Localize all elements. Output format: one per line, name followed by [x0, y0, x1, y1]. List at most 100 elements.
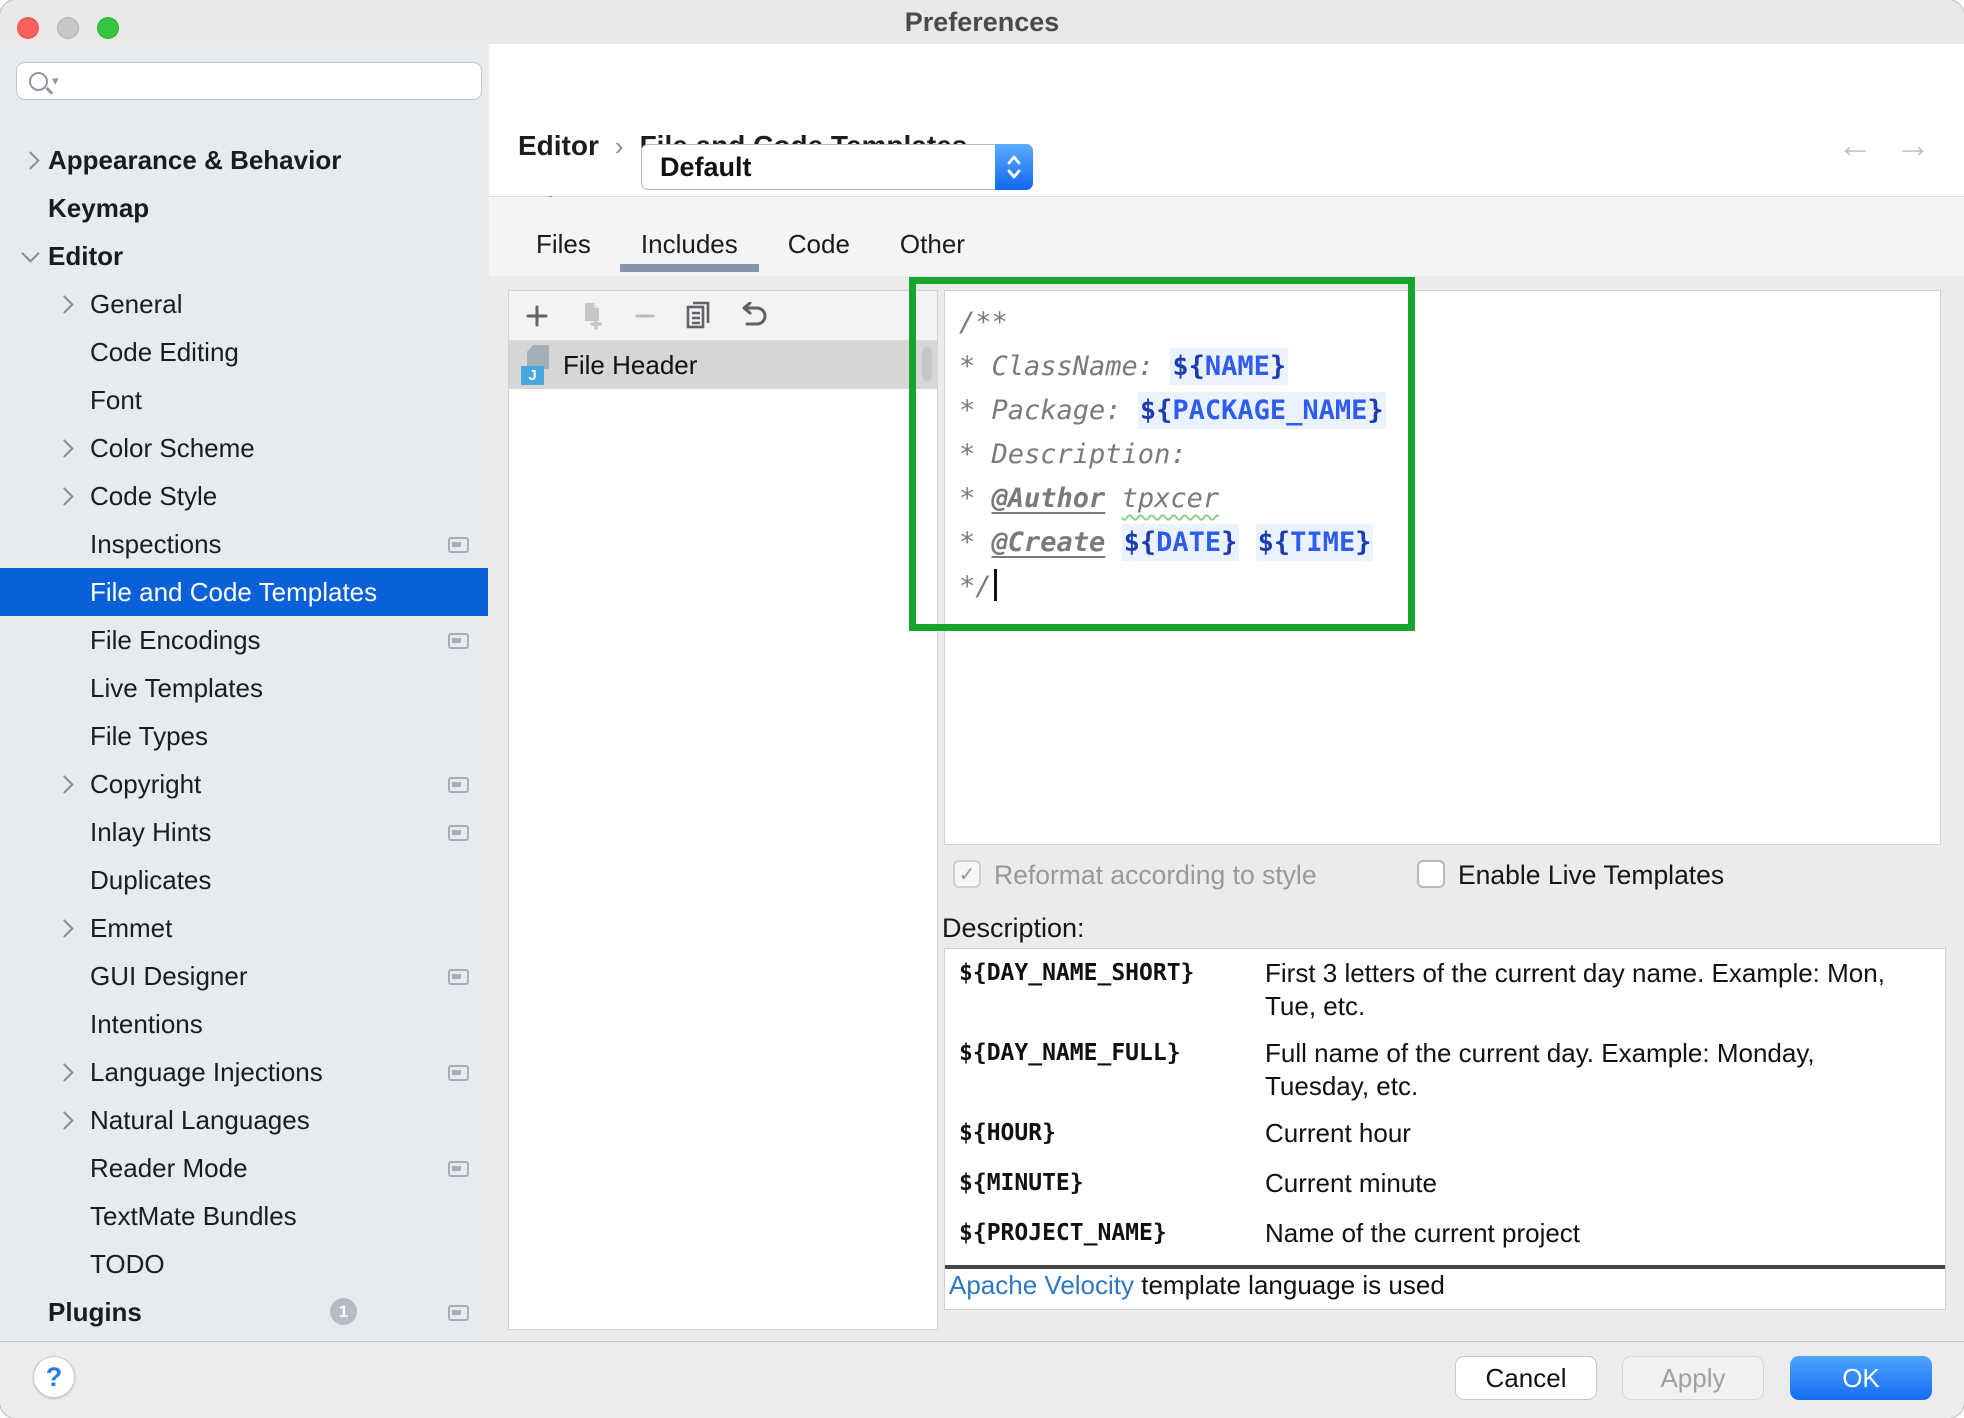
sidebar-item-file-encodings[interactable]: File Encodings: [0, 616, 488, 664]
duplicate-icon[interactable]: [684, 301, 714, 331]
tab-code[interactable]: Code: [767, 213, 871, 276]
search-icon: [29, 72, 48, 91]
sidebar-item-general[interactable]: General: [0, 280, 488, 328]
sidebar-item-todo[interactable]: TODO: [0, 1240, 488, 1288]
forward-arrow-icon[interactable]: →: [1895, 124, 1931, 166]
chevron-right-icon[interactable]: [55, 1111, 73, 1129]
sidebar-item-label: Code Style: [90, 481, 217, 512]
sidebar-item-color-scheme[interactable]: Color Scheme: [0, 424, 488, 472]
sidebar-item-font[interactable]: Font: [0, 376, 488, 424]
breadcrumb-parent[interactable]: Editor: [518, 130, 599, 162]
sidebar-item-plugins[interactable]: Plugins 1: [0, 1288, 488, 1336]
chevron-right-icon[interactable]: [55, 1063, 73, 1081]
sidebar-item-file-types[interactable]: File Types: [0, 712, 488, 760]
include-template-icon: J: [521, 345, 549, 385]
variable-description: Full name of the current day. Example: M…: [1265, 1037, 1920, 1103]
sidebar-item-duplicates[interactable]: Duplicates: [0, 856, 488, 904]
chevron-right-icon[interactable]: [55, 919, 73, 937]
titlebar: Preferences: [0, 0, 1964, 45]
tab-files[interactable]: Files: [515, 213, 612, 276]
template-editor[interactable]: /** * ClassName: ${NAME} * Package: ${PA…: [944, 290, 1941, 845]
sidebar-item-label: Color Scheme: [90, 433, 255, 464]
variable-name: ${DAY_NAME_FULL}: [959, 1037, 1265, 1103]
apache-velocity-link[interactable]: Apache Velocity: [949, 1270, 1134, 1300]
tab-other[interactable]: Other: [879, 213, 986, 276]
sidebar-item-file-and-code-templates[interactable]: File and Code Templates: [0, 568, 488, 616]
sidebar-item-label: File Types: [90, 721, 208, 752]
sidebar-item-editor[interactable]: Editor: [0, 232, 488, 280]
scheme-value: Default: [660, 145, 752, 189]
preferences-window: Preferences ▾ Appearance & Behavior Keym…: [0, 0, 1964, 1418]
screen-settings-icon: [448, 1065, 469, 1081]
chevron-right-icon[interactable]: [21, 151, 39, 169]
screen-settings-icon: [448, 1161, 469, 1177]
help-button[interactable]: ?: [33, 1356, 75, 1398]
sidebar-item-copyright[interactable]: Copyright: [0, 760, 488, 808]
sidebar-item-keymap[interactable]: Keymap: [0, 184, 488, 232]
reset-to-default-button[interactable]: [738, 301, 768, 331]
sidebar-item-live-templates[interactable]: Live Templates: [0, 664, 488, 712]
code-line: * ClassName: ${NAME}: [959, 345, 1940, 389]
add-template-button[interactable]: [522, 301, 552, 331]
sidebar-item-label: TextMate Bundles: [90, 1201, 297, 1232]
variables-table: ${DAY_NAME_SHORT} First 3 letters of the…: [945, 949, 1945, 1269]
sidebar-item-code-editing[interactable]: Code Editing: [0, 328, 488, 376]
screen-settings-icon: [448, 825, 469, 841]
sidebar-item-natural-languages[interactable]: Natural Languages: [0, 1096, 488, 1144]
list-item-file-header[interactable]: J File Header: [509, 341, 937, 389]
sidebar-item-label: Intentions: [90, 1009, 203, 1040]
sidebar-item-label: Inlay Hints: [90, 817, 211, 848]
code-line: * Package: ${PACKAGE_NAME}: [959, 389, 1940, 433]
chevron-down-icon[interactable]: [21, 244, 39, 262]
chevron-right-icon[interactable]: [55, 775, 73, 793]
breadcrumb-separator: ›: [615, 131, 624, 162]
code-line: * @Create ${DATE} ${TIME}: [959, 521, 1940, 565]
ok-button[interactable]: OK: [1790, 1356, 1932, 1400]
sidebar-item-label: Copyright: [90, 769, 201, 800]
chevron-right-icon[interactable]: [55, 295, 73, 313]
sidebar-item-reader-mode[interactable]: Reader Mode: [0, 1144, 488, 1192]
sidebar-item-inspections[interactable]: Inspections: [0, 520, 488, 568]
screen-settings-icon: [448, 537, 469, 553]
chevron-right-icon[interactable]: [55, 487, 73, 505]
sidebar-item-appearance-behavior[interactable]: Appearance & Behavior: [0, 136, 488, 184]
sidebar-item-label: Live Templates: [90, 673, 263, 704]
list-scrollbar-thumb[interactable]: [922, 347, 932, 381]
sidebar-item-language-injections[interactable]: Language Injections: [0, 1048, 488, 1096]
template-tabs: Files Includes Code Other: [515, 213, 994, 276]
sidebar-item-emmet[interactable]: Emmet: [0, 904, 488, 952]
sidebar-item-label: Appearance & Behavior: [48, 145, 341, 176]
table-row: ${DAY_NAME_FULL} Full name of the curren…: [959, 1037, 1935, 1103]
tab-includes[interactable]: Includes: [620, 213, 759, 276]
list-item-label: File Header: [563, 350, 697, 381]
apply-button[interactable]: Apply: [1622, 1356, 1764, 1400]
sidebar-item-label: Duplicates: [90, 865, 211, 896]
copy-template-button[interactable]: [576, 301, 606, 331]
template-variable-package: ${PACKAGE_NAME}: [1138, 392, 1386, 429]
scheme-select[interactable]: Default: [641, 144, 1033, 190]
plugins-count-badge: 1: [330, 1298, 357, 1325]
cancel-button[interactable]: Cancel: [1455, 1356, 1597, 1400]
scheme-stepper-icon[interactable]: [995, 144, 1033, 190]
back-arrow-icon[interactable]: ←: [1837, 124, 1873, 166]
template-options: ✓ Reformat according to style Enable Liv…: [489, 860, 1964, 896]
screen-settings-icon: [448, 1305, 469, 1321]
tab-label: Other: [900, 229, 965, 260]
enable-live-templates-checkbox[interactable]: [1417, 860, 1445, 888]
sidebar-item-intentions[interactable]: Intentions: [0, 1000, 488, 1048]
dialog-footer: ? Cancel Apply OK: [0, 1341, 1964, 1418]
description-label: Description:: [942, 913, 1085, 944]
sidebar-item-code-style[interactable]: Code Style: [0, 472, 488, 520]
search-input[interactable]: [59, 65, 481, 97]
variable-description: Current minute: [1265, 1167, 1437, 1200]
table-row: ${MINUTE} Current minute: [959, 1167, 1935, 1200]
remove-template-button[interactable]: [630, 301, 660, 331]
template-variable-name: ${NAME}: [1170, 348, 1288, 385]
chevron-right-icon[interactable]: [55, 439, 73, 457]
template-variable-date: ${DATE}: [1122, 524, 1240, 561]
sidebar-item-textmate-bundles[interactable]: TextMate Bundles: [0, 1192, 488, 1240]
sidebar-item-gui-designer[interactable]: GUI Designer: [0, 952, 488, 1000]
settings-search-box[interactable]: ▾: [16, 62, 482, 100]
sidebar-item-label: GUI Designer: [90, 961, 248, 992]
sidebar-item-inlay-hints[interactable]: Inlay Hints: [0, 808, 488, 856]
